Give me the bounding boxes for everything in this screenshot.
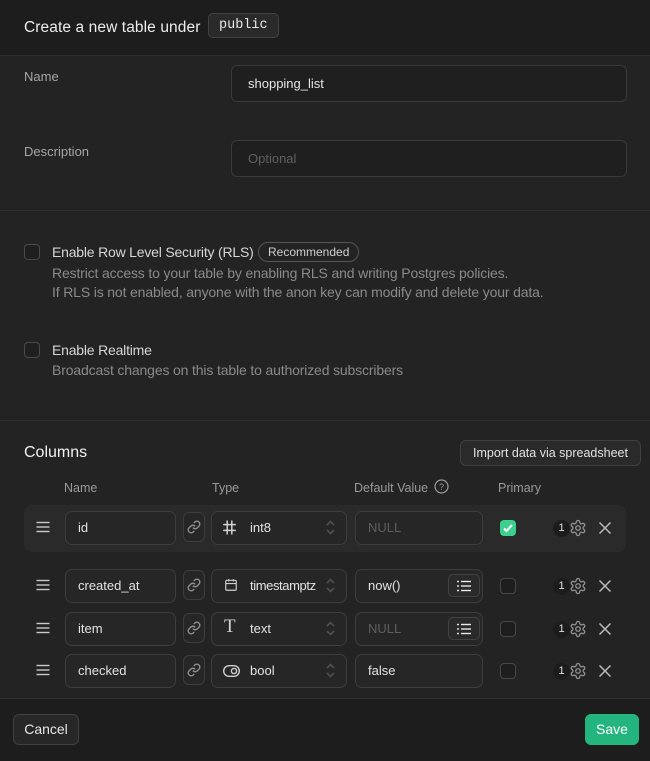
svg-text:?: ? xyxy=(439,482,444,492)
